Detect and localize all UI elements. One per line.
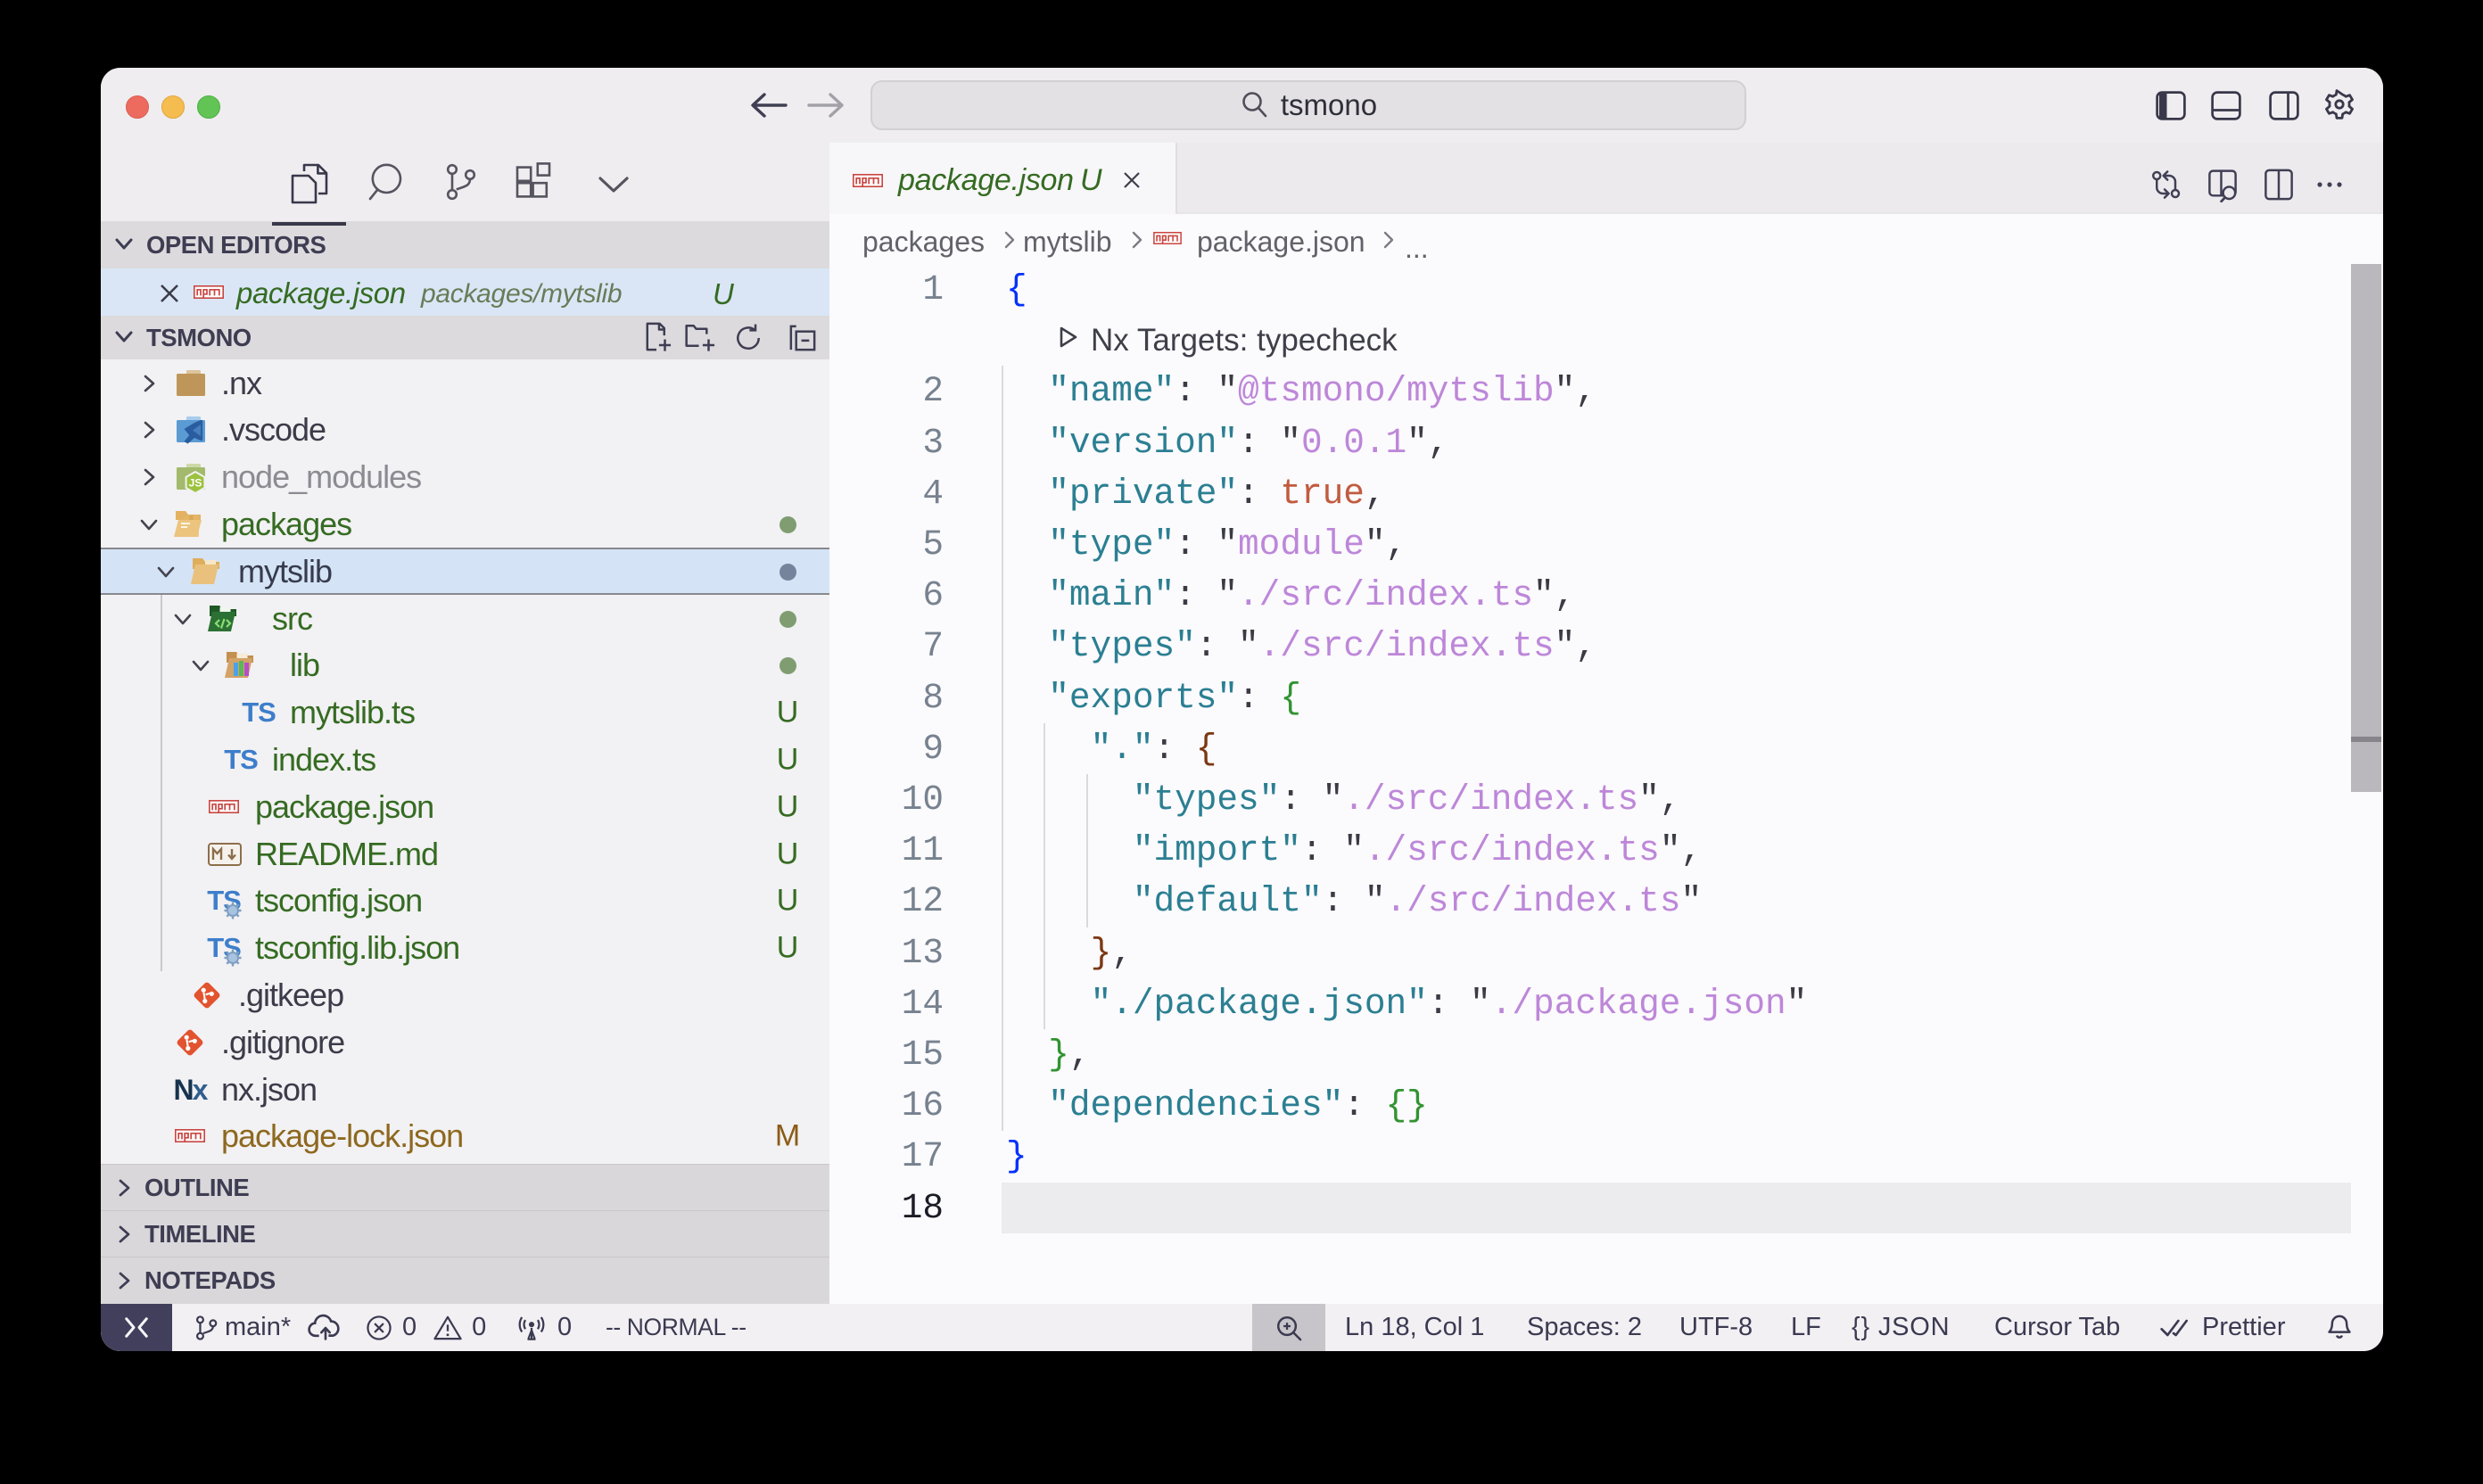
svg-text:JS: JS (189, 477, 202, 490)
